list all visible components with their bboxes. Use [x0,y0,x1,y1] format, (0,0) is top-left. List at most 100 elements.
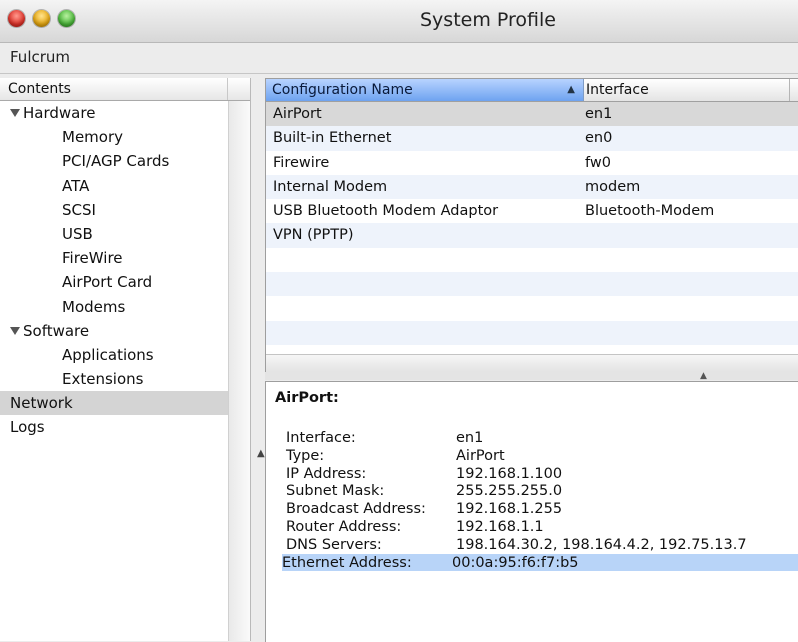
cell-configuration-name: Built-in Ethernet [273,130,392,147]
title-bar: System Profile [0,0,798,43]
tree-item-label: Logs [10,418,45,437]
detail-key: Broadcast Address: [286,501,426,518]
tree-item-memory[interactable]: Memory [0,125,250,149]
detail-value: 192.168.1.255 [456,501,563,518]
sort-ascending-icon: ▲ [567,84,575,95]
detail-row-selected[interactable]: Ethernet Address: 00:0a:95:f6:f7:b5 [282,553,798,572]
detail-key: Interface: [286,430,356,446]
sidebar-header-label: Contents [8,81,71,97]
detail-key: Subnet Mask: [286,483,385,500]
sidebar-header[interactable]: Contents [0,78,250,101]
tree-item-label: USB [62,224,93,243]
cell-configuration-name: AirPort [273,106,322,122]
detail-value: en1 [456,430,484,446]
tree-item-logs[interactable]: Logs [0,415,250,439]
sidebar-scrollbar[interactable] [228,101,250,641]
table-row[interactable]: Internal Modem modem [266,174,798,200]
table-row-empty [266,320,798,345]
cell-configuration-name: Internal Modem [273,178,388,195]
tree-item-ata[interactable]: ATA [0,174,250,198]
tree-item-label: Hardware [23,104,96,122]
cell-interface: Bluetooth-Modem [585,203,715,220]
tree-item-modems[interactable]: Modems [0,295,250,319]
splitter-handle-icon[interactable]: ▲ [700,371,707,381]
app-toolbar: Fulcrum [0,43,798,74]
details-pane: AirPort: Interface: en1 Type: AirPort IP A… [265,381,798,642]
tree-item-label: Software [23,321,90,340]
table-row-empty [266,272,798,297]
detail-key: Ethernet Address: [282,554,412,571]
horizontal-splitter[interactable] [265,372,798,380]
detail-row: Type: AirPort [286,447,798,465]
tree-item-label: AirPort Card [62,273,153,292]
column-header-interface[interactable]: Interface [583,79,649,101]
tree-item-label: Modems [62,297,126,316]
cell-interface: fw0 [585,154,611,171]
detail-key: Router Address: [286,518,402,535]
cell-interface: en1 [585,106,613,122]
detail-row: Interface: en1 [286,429,798,447]
table-row-empty [266,296,798,320]
table-row[interactable]: USB Bluetooth Modem Adaptor Bluetooth-Mod… [266,199,798,223]
tree-item-label: Network [10,394,73,413]
table-body: AirPort en1 Built-in Ethernet en0 Firewire… [266,102,798,345]
tree-item-label: Memory [62,128,124,147]
tree-item-label: ATA [62,176,90,195]
table-horizontal-scrollbar[interactable] [266,354,798,373]
column-header-label: Interface [586,82,649,98]
tree-item-software[interactable]: Software [0,319,250,343]
cell-interface: modem [585,178,641,195]
detail-row: Broadcast Address: 192.168.1.255 [286,500,798,518]
table-row[interactable]: VPN (PPTP) [266,223,798,248]
detail-key: IP Address: [286,465,367,482]
tree-item-extensions[interactable]: Extensions [0,367,250,391]
detail-key: DNS Servers: [286,536,382,553]
cell-configuration-name: Firewire [273,154,330,171]
tree-item-label: Extensions [62,370,144,389]
tree-item-usb[interactable]: USB [0,222,250,246]
table-row-empty [266,248,798,272]
zoom-window-button[interactable] [58,10,75,27]
tree-item-airport-card[interactable]: AirPort Card [0,270,250,294]
pane-splitter-handle[interactable]: ▲ [257,448,265,459]
disclosure-triangle-icon[interactable] [10,109,20,117]
disclosure-triangle-icon[interactable] [10,326,20,335]
tree-item-pci-agp-cards[interactable]: PCI/AGP Cards [0,149,250,173]
detail-row: Subnet Mask: 255.255.255.0 [286,482,798,500]
table-row[interactable]: AirPort en1 [266,102,798,127]
detail-value: 198.164.30.2, 198.164.4.2, 192.75.13.7 [456,536,747,553]
minimize-window-button[interactable] [33,10,50,27]
column-divider[interactable] [789,79,790,101]
tree-item-scsi[interactable]: SCSI [0,198,250,222]
tree-item-hardware[interactable]: Hardware [0,101,250,125]
tree-item-label: FireWire [62,249,123,268]
tree-item-label: Applications [62,345,154,364]
table-row[interactable]: Built-in Ethernet en0 [266,126,798,151]
detail-value: 192.168.1.1 [456,518,544,535]
detail-row: Router Address: 192.168.1.1 [286,518,798,536]
tree-item-firewire[interactable]: FireWire [0,246,250,270]
details-title: AirPort: [275,390,339,406]
detail-row: DNS Servers: 198.164.30.2, 198.164.4.2, 1… [286,536,798,554]
details-list: Interface: en1 Type: AirPort IP Address: 19… [282,429,798,572]
tree-item-label: PCI/AGP Cards [62,152,170,171]
detail-value: 255.255.255.0 [456,483,563,500]
table-header: Configuration Name ▲ Interface [266,79,798,102]
tree-item-network[interactable]: Network [0,391,250,416]
detail-key: Type: [286,447,325,464]
cell-configuration-name: USB Bluetooth Modem Adaptor [273,203,499,220]
column-header-label: Configuration Name [272,82,413,98]
detail-value: AirPort [456,447,505,464]
header-divider [227,78,228,100]
tree-item-applications[interactable]: Applications [0,343,250,367]
close-window-button[interactable] [8,10,25,27]
detail-value: 192.168.1.100 [456,465,563,482]
tree-item-label: SCSI [62,200,96,219]
table-row[interactable]: Firewire fw0 [266,151,798,175]
column-header-configuration-name[interactable]: Configuration Name ▲ [266,79,584,101]
detail-row: IP Address: 192.168.1.100 [286,465,798,483]
detail-value: 00:0a:95:f6:f7:b5 [452,554,579,571]
configuration-table: Configuration Name ▲ Interface AirPort en… [265,78,798,374]
window-title: System Profile [420,9,556,31]
cell-interface: en0 [585,130,613,147]
